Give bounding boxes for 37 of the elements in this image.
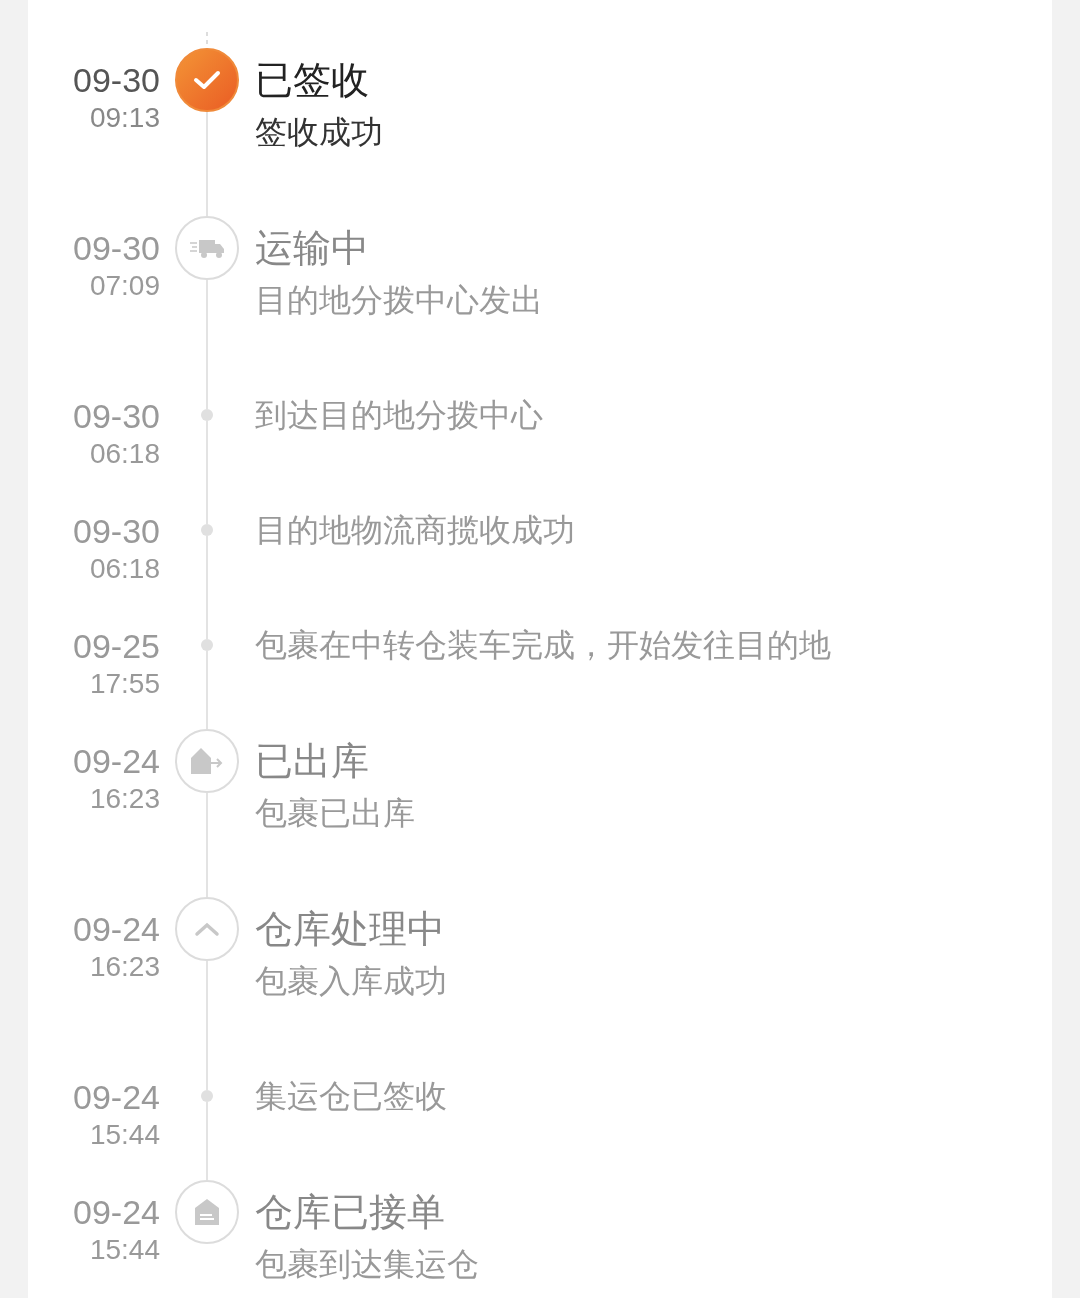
- event-date: 09-24: [73, 909, 160, 949]
- event-date: 09-30: [73, 396, 160, 436]
- event-time: 17:55: [89, 667, 160, 701]
- event-date: 09-30: [73, 60, 160, 100]
- event-time: 15:44: [89, 1233, 160, 1267]
- status-title: 仓库已接单: [255, 1190, 446, 1235]
- status-detail: 包裹已出库: [255, 794, 416, 833]
- event-text: 集运仓已签收: [255, 1077, 448, 1116]
- event-time: 15:44: [89, 1118, 160, 1152]
- check-icon: [192, 68, 222, 92]
- event-date: 09-30: [73, 511, 160, 551]
- event-date: 09-24: [73, 741, 160, 781]
- status-title: 已签收: [255, 58, 370, 103]
- event-time: 16:23: [89, 950, 160, 984]
- event-time: 07:09: [89, 269, 160, 303]
- event-time: 06:18: [89, 552, 160, 586]
- event-time: 16:23: [89, 782, 160, 816]
- warehouse-icon: [194, 1198, 220, 1226]
- event-time: 06:18: [89, 437, 160, 471]
- event-text: 到达目的地分拨中心: [255, 396, 544, 435]
- truck-icon: [189, 237, 225, 259]
- status-detail: 包裹入库成功: [255, 962, 448, 1001]
- status-detail: 目的地分拨中心发出: [255, 281, 544, 320]
- event-date: 09-24: [73, 1192, 160, 1232]
- status-title: 已出库: [255, 739, 370, 784]
- chevron-up-icon: [194, 921, 220, 937]
- status-title: 仓库处理中: [255, 907, 446, 952]
- event-date: 09-30: [73, 228, 160, 268]
- event-time: 09:13: [89, 101, 160, 135]
- event-date: 09-24: [73, 1077, 160, 1117]
- event-text: 目的地物流商揽收成功: [255, 511, 576, 550]
- status-title: 运输中: [255, 226, 370, 271]
- event-date: 09-25: [73, 626, 160, 666]
- status-detail: 包裹到达集运仓: [255, 1245, 480, 1284]
- house-exit-icon: [189, 746, 225, 776]
- status-detail: 签收成功: [255, 113, 384, 152]
- event-text: 包裹在中转仓装车完成，开始发往目的地: [255, 626, 832, 665]
